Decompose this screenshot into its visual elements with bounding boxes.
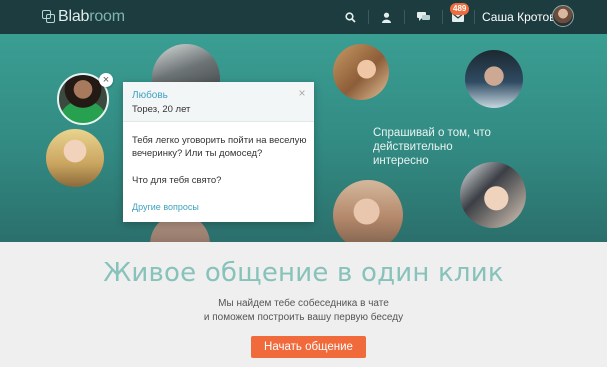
logo[interactable]: Blabroom xyxy=(42,8,125,26)
card-close-icon[interactable]: × xyxy=(296,87,308,99)
chat-icon[interactable] xyxy=(412,0,434,34)
logo-mark-icon xyxy=(42,10,56,24)
hero-tagline: Спрашивай о том, что действительно интер… xyxy=(373,127,491,167)
user-icon[interactable] xyxy=(376,0,396,34)
user-avatar[interactable] xyxy=(552,5,574,27)
divider xyxy=(368,10,369,24)
more-questions-link[interactable]: Другие вопросы xyxy=(132,202,199,212)
question-text: Тебя легко уговорить пойти на веселую ве… xyxy=(132,135,307,159)
profile-location-age: Торез, 20 лет xyxy=(132,104,191,115)
profile-photo[interactable] xyxy=(333,44,389,100)
profile-photo[interactable] xyxy=(460,162,526,228)
profile-photo[interactable] xyxy=(46,129,104,187)
profile-photo[interactable] xyxy=(333,180,403,242)
divider xyxy=(474,10,475,24)
top-navbar: Blabroom 489 Саша Кротов xyxy=(0,0,607,34)
card-header: Любовь Торез, 20 лет × xyxy=(123,82,314,122)
page: Blabroom 489 Саша Кротов × Спрашивай о т… xyxy=(0,0,607,367)
mail-count-badge: 489 xyxy=(450,3,470,15)
question-text: Что для тебя свято? xyxy=(132,175,222,186)
divider xyxy=(404,10,405,24)
profile-photo[interactable] xyxy=(465,50,523,108)
logo-text: Blabroom xyxy=(58,8,125,25)
page-headline: Живое общение в один клик xyxy=(103,258,504,288)
promo-subtext: и поможем построить вашу первую беседу xyxy=(203,312,404,323)
profile-name-link[interactable]: Любовь xyxy=(132,90,168,101)
close-icon[interactable]: × xyxy=(99,73,113,87)
profile-question-card: Любовь Торез, 20 лет × Тебя легко уговор… xyxy=(123,82,314,222)
divider xyxy=(442,10,443,24)
search-icon[interactable] xyxy=(340,0,360,34)
promo-section: Живое общение в один клик Мы найдем тебе… xyxy=(0,242,607,367)
start-chat-button[interactable]: Начать общение xyxy=(251,336,366,358)
user-name-link[interactable]: Саша Кротов xyxy=(482,10,556,24)
promo-subtext: Мы найдем тебе собеседника в чате xyxy=(218,298,389,309)
